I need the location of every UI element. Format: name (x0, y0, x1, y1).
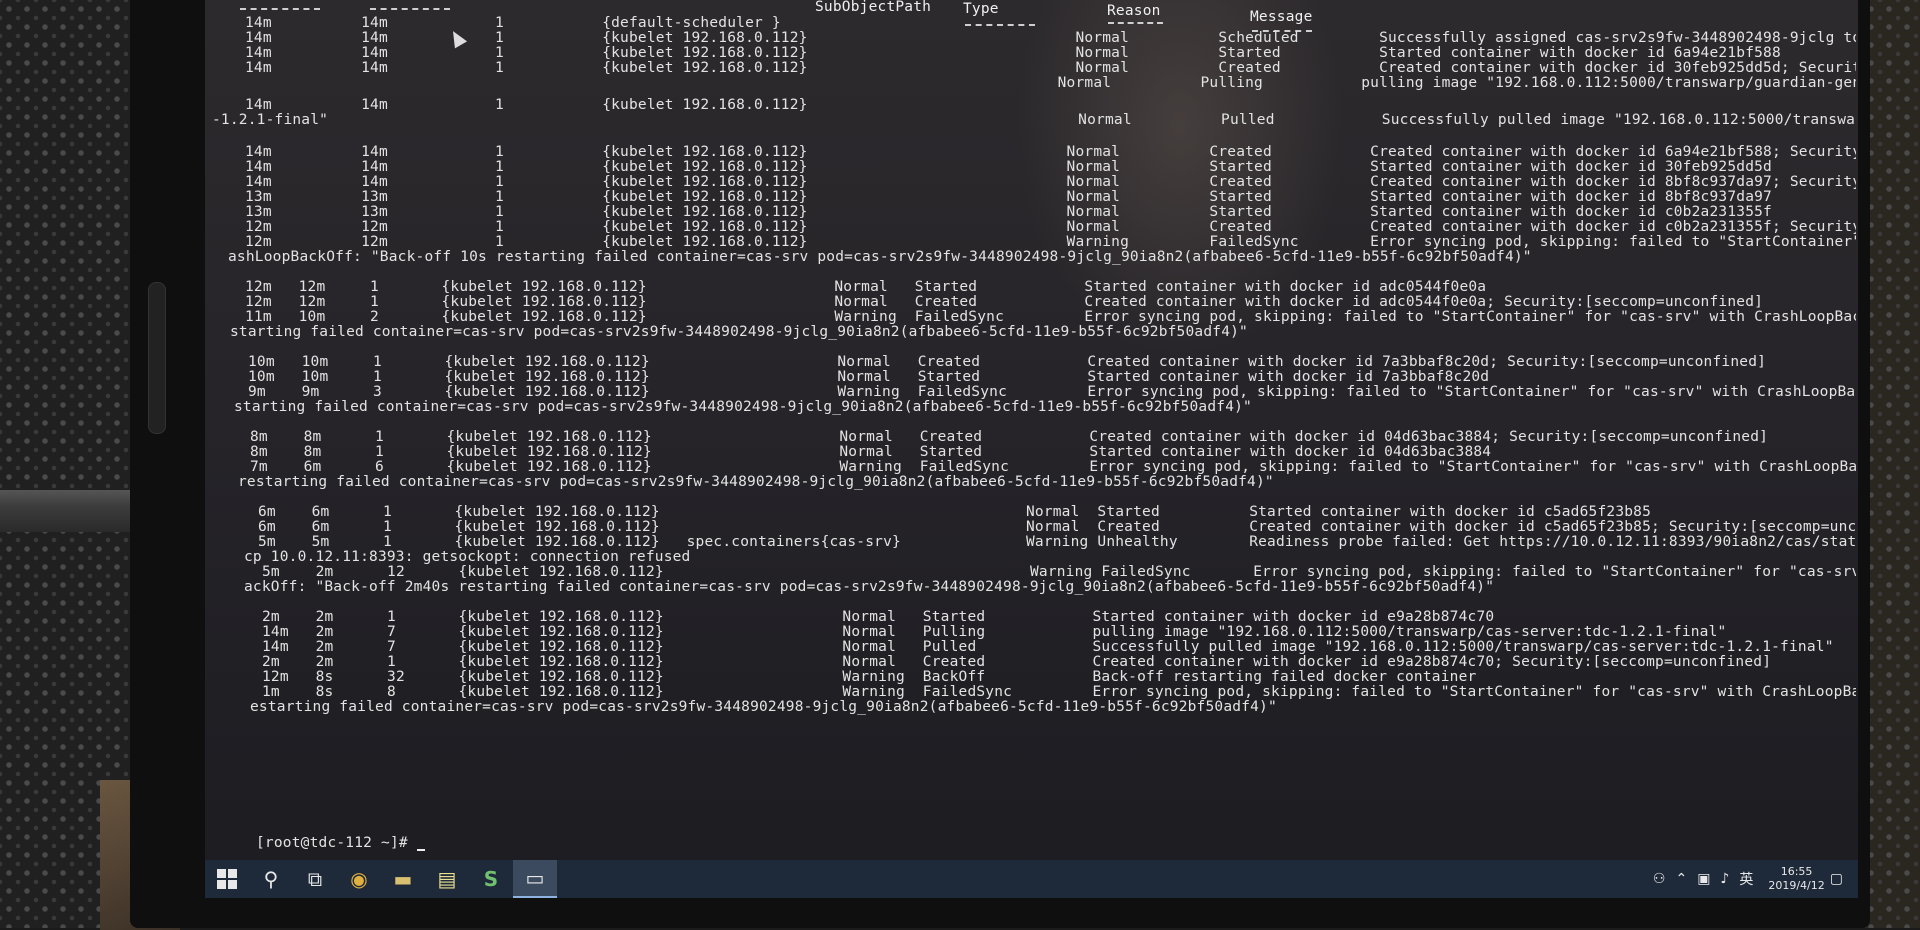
log-line: 14m 14m 1 {kubelet 192.168.0.112} Normal… (245, 175, 1856, 190)
log-line: 14m 14m 1 {kubelet 192.168.0.112} Normal… (245, 160, 1772, 175)
people-icon[interactable]: ⚇ (1653, 871, 1666, 887)
log-line: ackOff: "Back-off 2m40s restarting faile… (244, 580, 1495, 595)
log-line: 14m 2m 7 {kubelet 192.168.0.112} Normal … (262, 625, 1727, 640)
column-header-reason: Reason (1107, 3, 1161, 19)
log-line: restarting failed container=cas-srv pod=… (238, 475, 1274, 490)
log-line: starting failed container=cas-srv pod=ca… (234, 400, 1252, 415)
text-cursor (416, 849, 425, 851)
log-line: 5m 5m 1 {kubelet 192.168.0.112} spec.con… (258, 535, 1856, 550)
app-button[interactable]: S (469, 860, 513, 898)
file-explorer-button[interactable]: ▬ (381, 860, 425, 898)
notes-button[interactable]: ▤ (425, 860, 469, 898)
column-header-type: Type (963, 1, 999, 17)
column-header-subobjectpath: SubObjectPath (815, 0, 932, 15)
log-line: 13m 13m 1 {kubelet 192.168.0.112} Normal… (245, 190, 1772, 205)
header-rule (965, 24, 1035, 26)
log-line: 2m 2m 1 {kubelet 192.168.0.112} Normal C… (262, 655, 1772, 670)
log-line: 12m 12m 1 {kubelet 192.168.0.112} Warnin… (245, 235, 1856, 250)
system-tray: ⚇ ⌃ ▣ ♪ 英 16:55 2019/4/12 ▢ (1648, 860, 1848, 898)
log-line: estarting failed container=cas-srv pod=c… (250, 700, 1277, 715)
log-line: 12m 8s 32 {kubelet 192.168.0.112} Warnin… (262, 670, 1477, 685)
log-line: 14m 14m 1 {kubelet 192.168.0.112} Normal… (245, 46, 1781, 61)
log-line: 7m 6m 6 {kubelet 192.168.0.112} Warning … (250, 460, 1856, 475)
log-line: 1m 8s 8 {kubelet 192.168.0.112} Warning … (262, 685, 1856, 700)
log-line: 6m 6m 1 {kubelet 192.168.0.112} Normal C… (258, 520, 1856, 535)
log-line: 14m 14m 1 {kubelet 192.168.0.112} Normal… (245, 31, 1856, 46)
terminal-window[interactable]: SubObjectPath Type Reason Message 14m 14… (0, 0, 1920, 892)
network-icon[interactable]: ▣ (1697, 871, 1710, 887)
log-line: 2m 2m 1 {kubelet 192.168.0.112} Normal S… (262, 610, 1495, 625)
log-line: 13m 13m 1 {kubelet 192.168.0.112} Normal… (245, 205, 1772, 220)
log-line: 12m 12m 1 {kubelet 192.168.0.112} Normal… (245, 220, 1856, 235)
terminal-icon: ▭ (525, 866, 545, 890)
chevron-up-icon[interactable]: ⌃ (1675, 871, 1687, 887)
log-line: 14m 14m 1 {kubelet 192.168.0.112} Normal… (245, 61, 1856, 76)
search-button[interactable]: ⚲ (249, 860, 293, 898)
shell-prompt[interactable]: [root@tdc-112 ~]# (256, 836, 425, 851)
clock-time: 16:55 (1780, 865, 1813, 878)
log-line: 10m 10m 1 {kubelet 192.168.0.112} Normal… (248, 355, 1767, 370)
app-icon: S (483, 867, 499, 891)
log-line: 14m 14m 1 {kubelet 192.168.0.112} (245, 98, 808, 113)
log-line: -1.2.1-final" Normal Pulled Successfully… (212, 113, 1856, 128)
log-line: 8m 8m 1 {kubelet 192.168.0.112} Normal C… (250, 430, 1769, 445)
prompt-text: [root@tdc-112 ~]# (256, 835, 417, 851)
log-line: 14m 14m 1 {kubelet 192.168.0.112} Normal… (245, 145, 1856, 160)
log-line: 12m 12m 1 {kubelet 192.168.0.112} Normal… (245, 280, 1487, 295)
start-button[interactable] (205, 860, 249, 898)
windows-logo-icon (217, 869, 237, 889)
header-rule (1108, 22, 1163, 24)
header-rule (240, 8, 320, 10)
log-line: 9m 9m 3 {kubelet 192.168.0.112} Warning … (248, 385, 1856, 400)
ime-indicator[interactable]: 英 (1739, 869, 1753, 889)
log-line: 11m 10m 2 {kubelet 192.168.0.112} Warnin… (245, 310, 1856, 325)
task-view-icon: ⧉ (307, 867, 323, 891)
log-line: 12m 12m 1 {kubelet 192.168.0.112} Normal… (245, 295, 1764, 310)
notes-icon: ▤ (437, 867, 457, 891)
task-view-button[interactable]: ⧉ (293, 860, 337, 898)
log-line: 14m 14m 1 {default-scheduler } (245, 16, 781, 31)
log-line: 5m 2m 12 {kubelet 192.168.0.112} Warning… (262, 565, 1856, 580)
terminal-taskbar-button[interactable]: ▭ (513, 860, 557, 898)
log-line: 10m 10m 1 {kubelet 192.168.0.112} Normal… (248, 370, 1490, 385)
header-rule (370, 8, 450, 10)
chrome-icon: ◉ (350, 867, 368, 891)
log-line: 8m 8m 1 {kubelet 192.168.0.112} Normal S… (250, 445, 1492, 460)
search-icon: ⚲ (263, 867, 279, 891)
windows-taskbar: ⚲ ⧉ ◉ ▬ ▤ S ▭ ⚇ ⌃ ▣ ♪ 英 16:55 2019/4/12 … (205, 860, 1858, 898)
log-line: 6m 6m 1 {kubelet 192.168.0.112} Normal S… (258, 505, 1652, 520)
log-line: ashLoopBackOff: "Back-off 10s restarting… (228, 250, 1532, 265)
log-line: Normal Pulling pulling image "192.168.0.… (1057, 76, 1856, 91)
clock-date: 2019/4/12 (1768, 879, 1825, 892)
chrome-button[interactable]: ◉ (337, 860, 381, 898)
log-line: starting failed container=cas-srv pod=ca… (230, 325, 1248, 340)
volume-icon[interactable]: ♪ (1720, 871, 1729, 887)
log-line: 14m 2m 7 {kubelet 192.168.0.112} Normal … (262, 640, 1834, 655)
notification-icon[interactable]: ▢ (1830, 871, 1843, 887)
clock[interactable]: 16:55 2019/4/12 (1768, 865, 1824, 893)
folder-icon: ▬ (393, 867, 413, 891)
column-header-message: Message (1250, 9, 1313, 25)
log-line: cp 10.0.12.11:8393: getsockopt: connecti… (244, 550, 691, 565)
